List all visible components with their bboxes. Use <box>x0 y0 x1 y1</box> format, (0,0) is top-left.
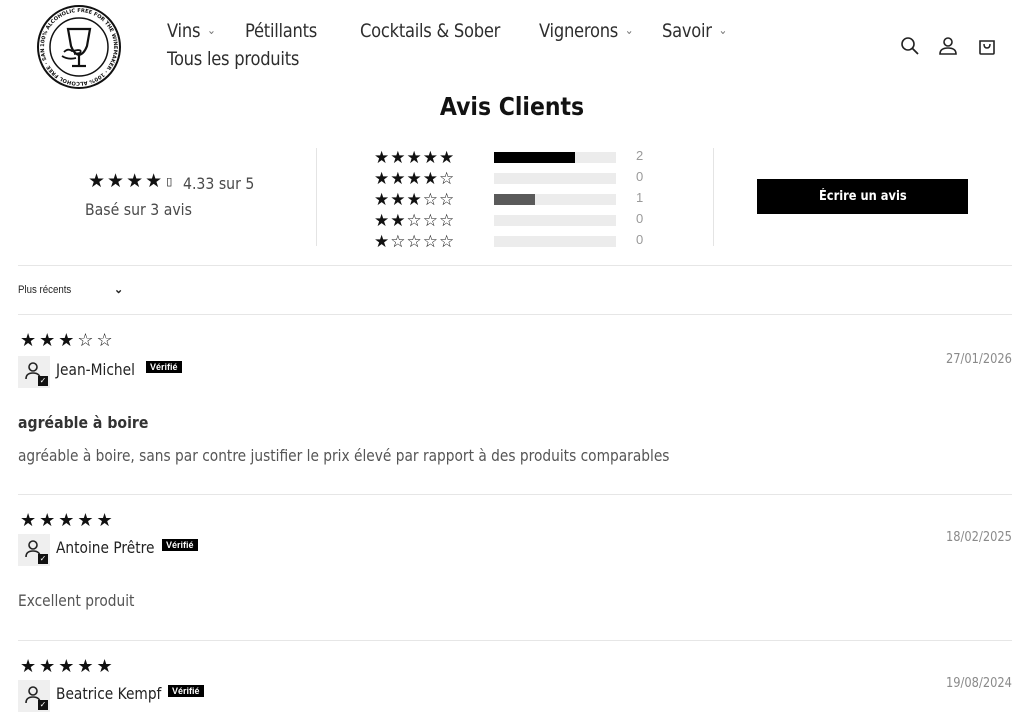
nav-vins[interactable]: Vins ⌄ <box>167 20 216 42</box>
star-rating-icons: ★★☆☆☆ <box>374 211 456 230</box>
review-count-text: Basé sur 3 avis <box>85 200 192 219</box>
star-rating-icons: ★★★☆☆ <box>374 190 456 209</box>
verified-check-icon: ✓ <box>38 700 48 710</box>
star-rating-icons: ★★★★☆ <box>374 169 456 188</box>
review-title: agréable à boire <box>18 413 149 432</box>
verified-badge: Vérifié <box>146 361 182 373</box>
review-body: agréable à boire, sans par contre justif… <box>18 446 670 465</box>
review-star-rating: ★★★★★ <box>20 656 116 676</box>
histogram-count: 0 <box>636 169 644 184</box>
histogram-row-2[interactable]: ★★☆☆☆ 0 <box>374 211 674 231</box>
histogram-bar <box>494 194 616 205</box>
histogram-bar <box>494 236 616 247</box>
verified-check-icon: ✓ <box>38 554 48 564</box>
star-rating-icons: ★☆☆☆☆ <box>374 232 456 251</box>
nav-cocktails-sober[interactable]: Cocktails & Sober <box>360 20 500 42</box>
review-author: Antoine Prêtre <box>56 538 155 557</box>
chevron-down-icon: ⌄ <box>718 23 728 37</box>
reviews-heading: Avis Clients <box>439 92 585 121</box>
review-author: Jean-Michel <box>56 360 135 379</box>
search-icon[interactable] <box>899 35 921 57</box>
review-star-rating: ★★★☆☆ <box>20 330 116 350</box>
average-rating-text: 4.33 sur 5 <box>183 174 255 193</box>
histogram-count: 2 <box>636 148 644 163</box>
divider <box>18 314 1012 315</box>
histogram-bar-fill <box>494 152 576 163</box>
review-item: ★★★★★ ✓ Antoine Prêtre Vérifié 18/02/202… <box>18 510 1012 630</box>
review-date: 19/08/2024 <box>946 676 1012 691</box>
chevron-down-icon: ⌄ <box>207 23 216 37</box>
nav-petillants[interactable]: Pétillants <box>245 20 317 42</box>
brand-logo[interactable]: 100% ALCOHOLIC FREE FOR THE WINEMAKER · … <box>32 0 124 90</box>
histogram-row-1[interactable]: ★☆☆☆☆ 0 <box>374 232 674 252</box>
histogram-bar-fill <box>494 194 535 205</box>
star-rating-icons: ★★★★★ <box>374 148 456 167</box>
nav-vignerons[interactable]: Vignerons ⌄ <box>539 20 634 42</box>
average-rating-stars: ★ ★ ★ ★ ▯ <box>88 172 174 192</box>
star-filled-icon: ★ <box>107 171 125 192</box>
avatar: ✓ <box>18 534 50 566</box>
divider <box>18 640 1012 641</box>
divider <box>18 265 1012 266</box>
histogram-row-5[interactable]: ★★★★★ 2 <box>374 148 674 168</box>
star-filled-icon: ★ <box>126 171 144 192</box>
histogram-bar <box>494 152 616 163</box>
chevron-down-icon: ⌄ <box>624 23 634 37</box>
chevron-down-icon: ⌄ <box>114 284 124 296</box>
histogram-bar <box>494 173 616 184</box>
review-date: 18/02/2025 <box>946 530 1012 545</box>
verified-check-icon: ✓ <box>38 376 48 386</box>
sort-select[interactable]: Plus récents ⌄ <box>18 283 124 297</box>
nav-tous-les-produits[interactable]: Tous les produits <box>167 48 299 70</box>
review-star-rating: ★★★★★ <box>20 510 116 530</box>
histogram-bar <box>494 215 616 226</box>
avatar: ✓ <box>18 356 50 388</box>
review-date: 27/01/2026 <box>946 352 1012 367</box>
histogram-row-3[interactable]: ★★★☆☆ 1 <box>374 190 674 210</box>
histogram-count: 1 <box>636 190 644 205</box>
review-author: Beatrice Kempf <box>56 684 162 703</box>
star-partial-icon: ▯ <box>166 176 173 188</box>
verified-badge: Vérifié <box>168 685 204 697</box>
review-item: ★★★☆☆ ✓ Jean-Michel Vérifié 27/01/2026 a… <box>18 330 1012 490</box>
star-filled-icon: ★ <box>145 171 163 192</box>
histogram-row-4[interactable]: ★★★★☆ 0 <box>374 169 674 189</box>
histogram-count: 0 <box>636 211 644 226</box>
verified-badge: Vérifié <box>162 539 198 551</box>
review-item: ★★★★★ ✓ Beatrice Kempf Vérifié 19/08/202… <box>18 656 1012 712</box>
cart-icon[interactable] <box>976 35 998 57</box>
write-review-button[interactable]: Écrire un avis <box>757 179 968 214</box>
account-icon[interactable] <box>937 35 959 57</box>
divider <box>316 148 317 246</box>
nav-savoir[interactable]: Savoir ⌄ <box>662 20 727 42</box>
avatar: ✓ <box>18 680 50 712</box>
divider <box>18 494 1012 495</box>
histogram-count: 0 <box>636 232 644 247</box>
review-body: Excellent produit <box>18 591 135 610</box>
star-filled-icon: ★ <box>88 171 106 192</box>
divider <box>713 148 714 246</box>
